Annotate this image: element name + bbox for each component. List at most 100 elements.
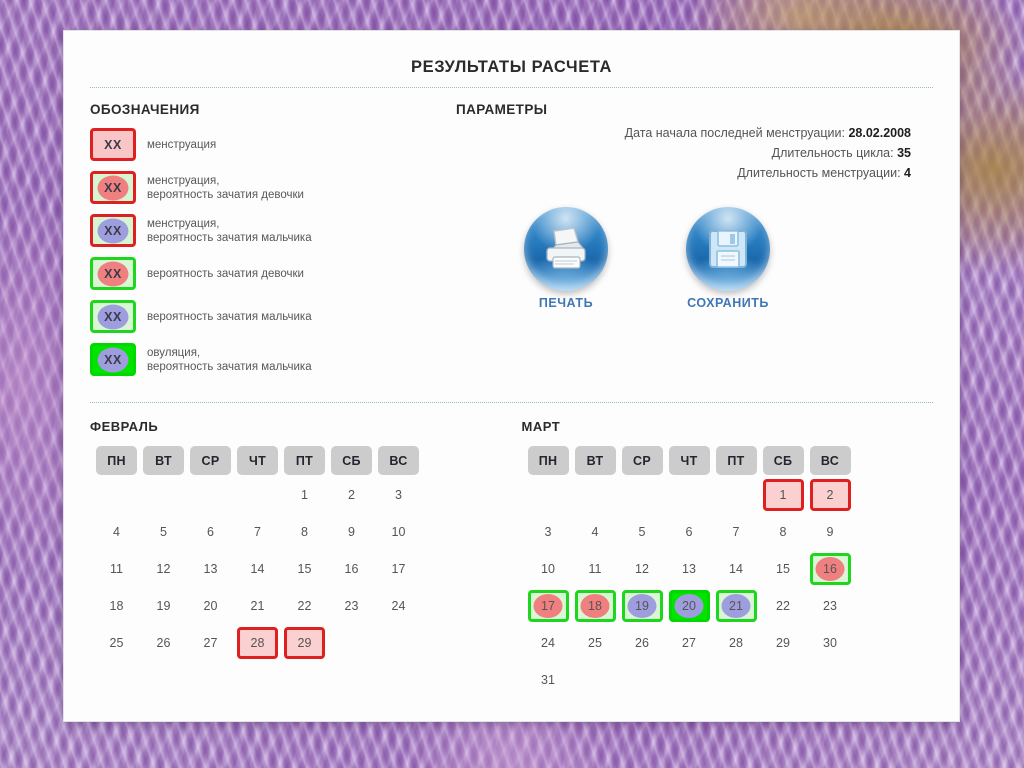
day-plain: 9 [810,516,851,548]
calendar-day-cell[interactable]: 9 [810,515,851,549]
parameter-row: Дата начала последней менструации: 28.02… [456,123,933,143]
legend-item-mens: XX менструация [90,126,450,163]
day-plain: 23 [331,590,372,622]
calendar-day-cell[interactable]: 23 [810,589,851,623]
calendar-day-cell[interactable]: 14 [237,552,278,586]
day-plain: 27 [669,627,710,659]
calendar-day-cell[interactable]: 1 [284,478,325,512]
calendar-day-cell[interactable]: 28 [716,626,757,660]
calendar-day-cell[interactable]: 18 [96,589,137,623]
calendar-day-cell[interactable]: 16 [331,552,372,586]
save-button[interactable]: СОХРАНИТЬ [680,207,776,310]
day-number: 4 [113,525,120,539]
calendar-day-cell[interactable]: 16 [809,552,851,586]
calendar-day-cell[interactable]: 29 [763,626,804,660]
weekday-header-ЧТ: ЧТ [668,446,710,475]
calendar-day-cell[interactable]: 30 [810,626,851,660]
calendar-day-cell[interactable]: 5 [622,515,663,549]
day-number: 20 [203,599,218,613]
day-plain: 23 [810,590,851,622]
calendar-week-row: 1 2 3 [96,478,419,512]
calendar-day-cell[interactable]: 18 [574,589,616,623]
calendar-day-cell[interactable]: 14 [716,552,757,586]
day-plain: 15 [763,553,804,585]
calendar-empty-cell [237,478,278,512]
calendar-day-cell[interactable]: 21 [237,589,278,623]
calendar-day-cell[interactable]: 19 [143,589,184,623]
calendar-day-cell[interactable]: 10 [378,515,419,549]
legend-item-label: менструация, вероятность зачатия девочки [147,174,304,202]
calendar-day-cell[interactable]: 5 [143,515,184,549]
legend-swatch-boy: XX [90,300,136,333]
day-number: 6 [207,525,214,539]
weekday-header-ВТ: ВТ [574,446,616,475]
calendar-day-cell[interactable]: 24 [378,589,419,623]
calendar-empty-cell [669,663,710,697]
calendar-day-cell[interactable]: 7 [716,515,757,549]
floppy-disk-icon [686,207,770,291]
day-number: 17 [541,599,555,613]
weekday-header-ПТ: ПТ [715,446,757,475]
legend-item-label: овуляция, вероятность зачатия мальчика [147,346,312,374]
calendar-day-cell[interactable]: 31 [528,663,569,697]
calendar-day-cell[interactable]: 4 [96,515,137,549]
calendar-day-cell[interactable]: 6 [190,515,231,549]
calendar-day-cell[interactable]: 12 [143,552,184,586]
calendar-day-cell[interactable]: 3 [378,478,419,512]
calendar-day-cell[interactable]: 19 [621,589,663,623]
calendar-day-cell[interactable]: 8 [763,515,804,549]
day-plain: 8 [284,516,325,548]
day-plain: 22 [763,590,804,622]
legend-label-line2: вероятность зачатия мальчика [147,231,312,244]
calendar-day-cell[interactable]: 17 [527,589,569,623]
legend-item-label: менструация [147,138,216,152]
day-marked-boy: 19 [621,590,663,622]
calendar-day-cell[interactable]: 25 [575,626,616,660]
day-plain: 18 [96,590,137,622]
calendar-day-cell[interactable]: 22 [763,589,804,623]
calendar-day-cell[interactable]: 2 [809,478,851,512]
calendar-day-cell[interactable]: 26 [143,626,184,660]
calendar-day-cell[interactable]: 11 [575,552,616,586]
calendar-day-cell[interactable]: 23 [331,589,372,623]
calendar-day-cell[interactable]: 21 [715,589,757,623]
calendar-day-cell[interactable]: 13 [190,552,231,586]
calendar-day-cell[interactable]: 22 [284,589,325,623]
calendar-day-cell[interactable]: 20 [190,589,231,623]
calendar-day-cell[interactable]: 10 [528,552,569,586]
calendar-day-cell[interactable]: 7 [237,515,278,549]
day-plain: 14 [716,553,757,585]
calendar-day-cell[interactable]: 8 [284,515,325,549]
calendar-day-cell[interactable]: 3 [528,515,569,549]
calendar-day-cell[interactable]: 1 [762,478,804,512]
calendar-day-cell[interactable]: 6 [669,515,710,549]
calendar-day-cell[interactable]: 27 [669,626,710,660]
day-number: 9 [826,525,834,539]
calendar-day-cell[interactable]: 26 [622,626,663,660]
calendar-day-cell[interactable]: 12 [622,552,663,586]
calendar-day-cell[interactable]: 11 [96,552,137,586]
calendar-day-cell[interactable]: 17 [378,552,419,586]
day-number: 28 [250,636,265,650]
calendar-day-cell[interactable]: 25 [96,626,137,660]
calendar-day-cell[interactable]: 15 [763,552,804,586]
calendar-day-cell[interactable]: 20 [668,589,710,623]
day-number: 3 [544,525,552,539]
day-plain: 15 [284,553,325,585]
calendar-day-cell[interactable]: 15 [284,552,325,586]
day-number: 5 [160,525,167,539]
calendar-day-cell[interactable]: 2 [331,478,372,512]
calendar-day-cell[interactable]: 29 [284,626,325,660]
day-plain: 24 [378,590,419,622]
day-plain: 27 [190,627,231,659]
calendar-day-cell[interactable]: 27 [190,626,231,660]
calendar-day-cell[interactable]: 28 [237,626,278,660]
legend-swatch-mboy: XX [90,214,136,247]
calendar-day-cell[interactable]: 4 [575,515,616,549]
calendar-day-cell[interactable]: 13 [669,552,710,586]
calendar-day-cell[interactable]: 24 [528,626,569,660]
day-number: 24 [391,599,406,613]
calendar-day-cell[interactable]: 9 [331,515,372,549]
print-button[interactable]: ПЕЧАТЬ [518,207,614,310]
day-number: 24 [541,636,555,650]
